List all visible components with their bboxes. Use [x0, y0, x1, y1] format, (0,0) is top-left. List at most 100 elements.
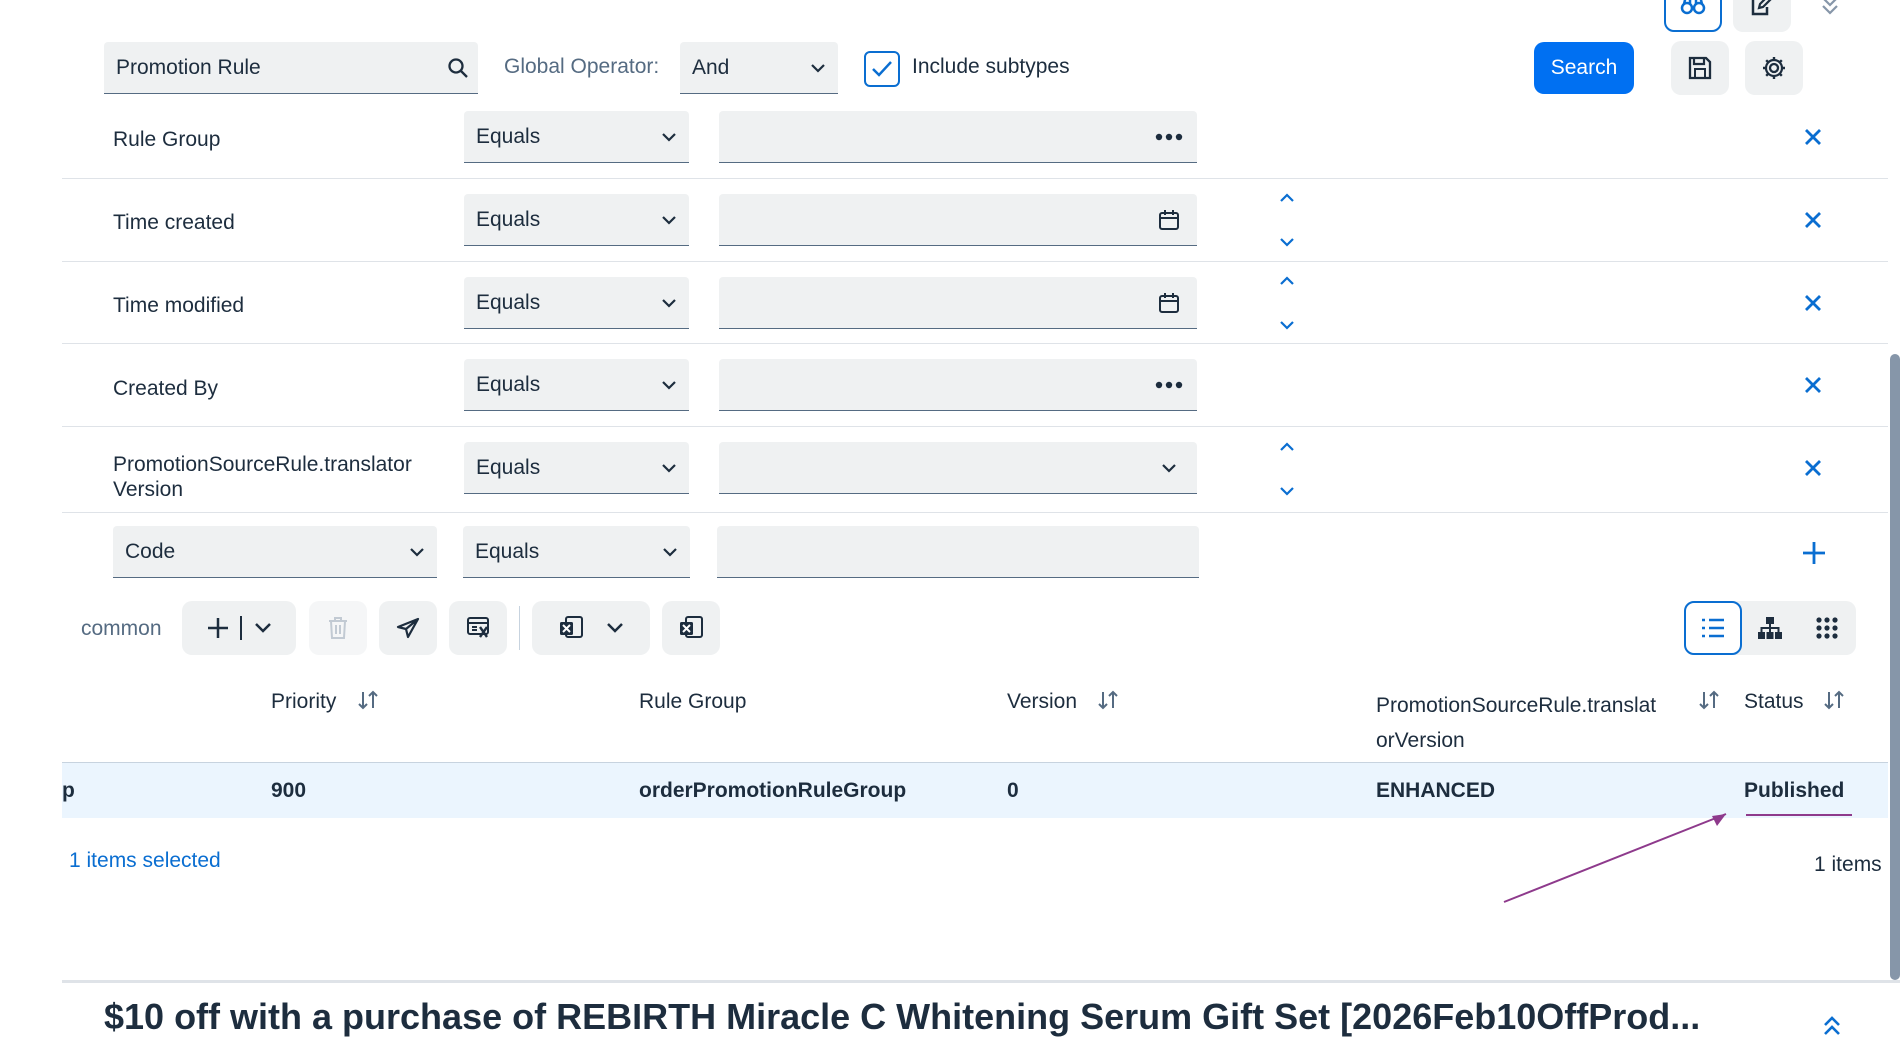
chevron-down-icon — [649, 215, 689, 225]
new-condition-operator-value: Equals — [475, 539, 540, 563]
chevron-down-icon — [650, 547, 690, 557]
annotation-arrow — [1503, 813, 1727, 903]
find-binoculars-button[interactable] — [1664, 0, 1722, 32]
chevron-up-icon[interactable] — [1279, 276, 1295, 286]
clear-export-button[interactable] — [449, 601, 507, 655]
save-query-button[interactable] — [1671, 41, 1729, 95]
chevron-down-icon[interactable] — [1279, 486, 1295, 496]
column-header-translator-version[interactable]: PromotionSourceRule.translat orVersion — [1376, 688, 1656, 758]
remove-condition-button[interactable] — [1798, 205, 1828, 235]
condition-date-input[interactable] — [719, 277, 1197, 329]
scrollbar-thumb[interactable] — [1890, 354, 1900, 980]
column-header-version[interactable]: Version — [1007, 690, 1077, 714]
checkmark-icon — [872, 61, 892, 77]
expand-detail-button[interactable] — [1818, 1012, 1846, 1038]
remove-condition-button[interactable] — [1798, 453, 1828, 483]
cell-status: Published — [1744, 779, 1845, 802]
condition-attribute-time-modified: Time modified — [113, 294, 245, 317]
create-split-button[interactable] — [182, 601, 296, 655]
chevron-down-icon — [397, 547, 437, 557]
condition-operator-select[interactable]: Equals — [464, 359, 689, 411]
send-button[interactable] — [379, 601, 437, 655]
search-button[interactable]: Search — [1534, 42, 1634, 94]
spreadsheet-clear-icon — [467, 617, 489, 638]
new-condition-operator-select[interactable]: Equals — [463, 526, 690, 578]
save-icon — [1688, 56, 1712, 80]
sort-stepper[interactable] — [1272, 442, 1302, 496]
toolbar-separator — [519, 606, 520, 650]
tree-view-button[interactable] — [1741, 601, 1799, 655]
items-count: 1 items — [1814, 853, 1882, 876]
condition-date-input[interactable] — [719, 194, 1197, 246]
binoculars-icon — [1680, 0, 1706, 15]
view-mode-toggle[interactable] — [1684, 601, 1856, 655]
condition-attribute-rule-group: Rule Group — [113, 128, 221, 151]
condition-attribute-time-created: Time created — [113, 211, 235, 234]
add-condition-button[interactable] — [1800, 539, 1828, 567]
toolbar-label: common — [81, 617, 162, 640]
chevron-up-icon[interactable] — [1279, 193, 1295, 203]
cell-priority: 900 — [271, 779, 307, 802]
search-input[interactable]: Promotion Rule — [104, 42, 478, 94]
column-header-priority[interactable]: Priority — [271, 690, 336, 714]
close-icon — [1805, 129, 1821, 145]
calendar-icon[interactable] — [1141, 209, 1197, 231]
more-icon[interactable] — [1141, 133, 1197, 141]
close-icon — [1805, 460, 1821, 476]
chevron-down-icon[interactable] — [1279, 320, 1295, 330]
more-icon[interactable] — [1141, 381, 1197, 389]
collapse-header-button[interactable] — [1816, 0, 1844, 20]
column-header-line1: PromotionSourceRule.translat — [1376, 694, 1657, 717]
import-button[interactable] — [662, 601, 720, 655]
sort-icon[interactable] — [357, 690, 379, 710]
search-settings-button[interactable] — [1745, 41, 1803, 95]
include-subtypes-checkbox[interactable] — [864, 51, 900, 87]
excel-export-icon — [560, 616, 583, 638]
chevron-up-icon[interactable] — [1279, 442, 1295, 452]
condition-operator-select[interactable]: Equals — [464, 442, 689, 494]
condition-value-select[interactable] — [719, 442, 1197, 494]
annotation-underline — [1746, 814, 1852, 816]
chevron-down-icon[interactable] — [1279, 237, 1295, 247]
condition-value-input[interactable] — [719, 359, 1197, 411]
condition-operator-select[interactable]: Equals — [464, 277, 689, 329]
close-icon — [1805, 377, 1821, 393]
detail-title: $10 off with a purchase of REBIRTH Mirac… — [104, 996, 1701, 1037]
condition-operator-select[interactable]: Equals — [464, 194, 689, 246]
row-divider — [62, 426, 1888, 427]
chevron-down-icon[interactable] — [606, 622, 624, 634]
remove-condition-button[interactable] — [1798, 288, 1828, 318]
search-icon — [438, 57, 478, 79]
edit-button[interactable] — [1733, 0, 1791, 32]
global-operator-select[interactable]: And — [680, 42, 838, 94]
row-divider — [62, 261, 1888, 262]
grid-view-button[interactable] — [1798, 601, 1856, 655]
new-condition-attribute-select[interactable]: Code — [113, 526, 437, 578]
calendar-icon[interactable] — [1141, 292, 1197, 314]
list-icon — [1702, 618, 1724, 638]
condition-value-input[interactable] — [719, 111, 1197, 163]
sort-icon[interactable] — [1698, 690, 1720, 710]
new-condition-value-input[interactable] — [717, 526, 1199, 578]
excel-import-icon — [680, 616, 703, 638]
split-divider — [240, 616, 242, 640]
sort-icon[interactable] — [1823, 690, 1845, 710]
condition-attribute-translator-version: PromotionSourceRule.translator Version — [113, 452, 412, 502]
column-header-status[interactable]: Status — [1744, 690, 1804, 714]
column-header-rule-group[interactable]: Rule Group — [639, 690, 746, 714]
sort-icon[interactable] — [1097, 690, 1119, 710]
row-divider — [62, 178, 1888, 179]
list-view-button[interactable] — [1684, 601, 1742, 655]
condition-operator-value: Equals — [476, 124, 541, 148]
remove-condition-button[interactable] — [1798, 122, 1828, 152]
cell-rule-group: orderPromotionRuleGroup — [639, 779, 907, 802]
plus-icon — [208, 618, 228, 638]
export-split-button[interactable] — [532, 601, 650, 655]
sort-stepper[interactable] — [1272, 193, 1302, 247]
selected-count-link[interactable]: 1 items selected — [69, 849, 221, 873]
condition-operator-select[interactable]: Equals — [464, 111, 689, 163]
chevron-down-icon[interactable] — [254, 622, 272, 634]
sort-stepper[interactable] — [1272, 276, 1302, 330]
remove-condition-button[interactable] — [1798, 370, 1828, 400]
delete-button[interactable] — [309, 601, 367, 655]
